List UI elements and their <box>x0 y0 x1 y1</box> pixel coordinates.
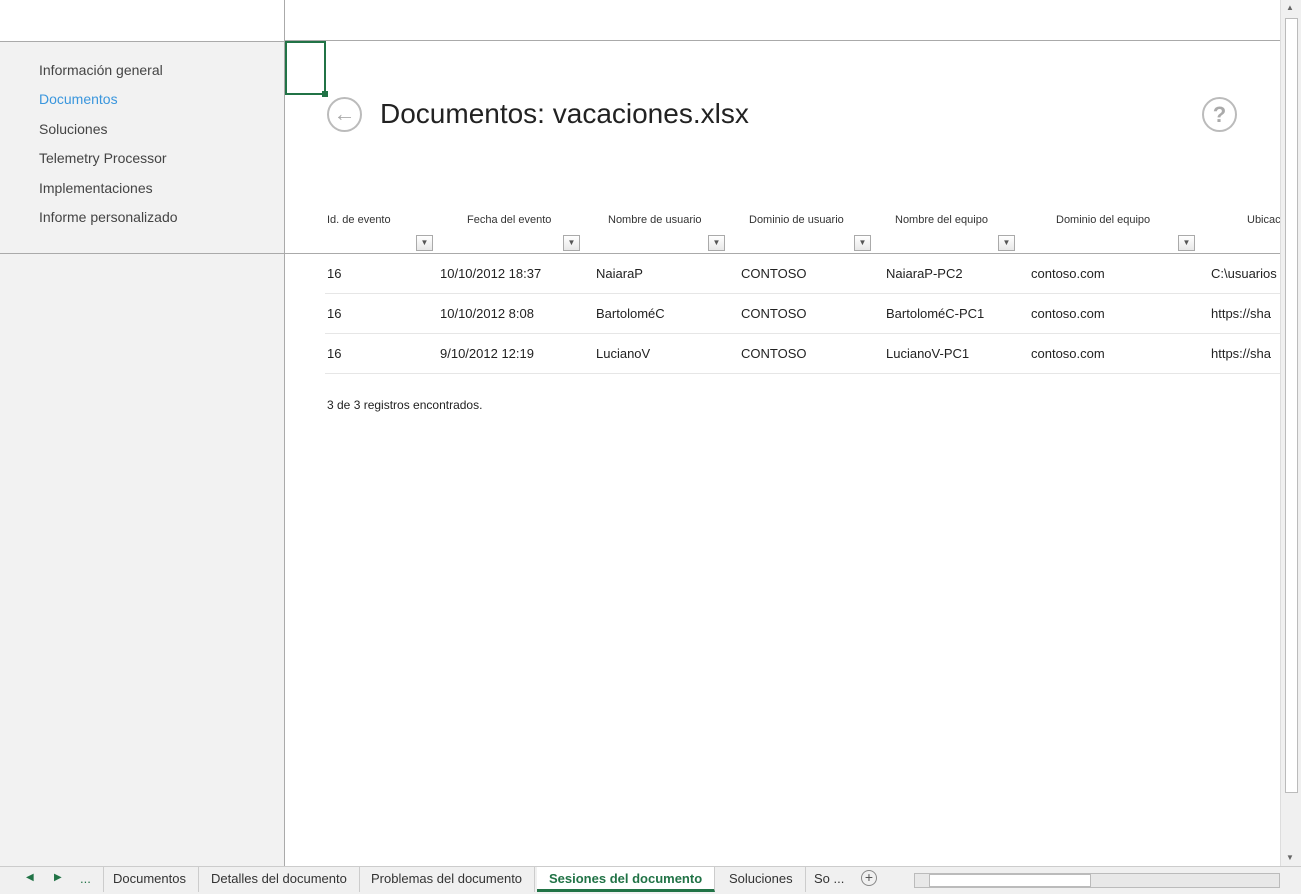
tab-detalles-del-documento[interactable]: Detalles del documento <box>199 867 360 892</box>
scroll-up-icon[interactable]: ▲ <box>1286 3 1294 12</box>
record-count: 3 de 3 registros encontrados. <box>327 398 483 412</box>
sidebar-item-telemetry-processor[interactable]: Telemetry Processor <box>39 148 178 177</box>
sidebar-item-informacion-general[interactable]: Información general <box>39 60 178 89</box>
sidebar-item-documentos[interactable]: Documentos <box>39 89 178 118</box>
table-cell: 16 <box>327 266 342 281</box>
filter-dropdown-icon[interactable]: ▼ <box>416 235 433 251</box>
column-header: Ubicac <box>1247 214 1281 226</box>
tab-prev-icon[interactable]: ◀ <box>26 872 34 883</box>
table-cell: CONTOSO <box>741 346 807 361</box>
tab-sesiones-del-documento[interactable]: Sesiones del documento <box>537 867 716 892</box>
sidebar-item-implementaciones[interactable]: Implementaciones <box>39 178 178 207</box>
table-cell: contoso.com <box>1031 266 1105 281</box>
page-title: Documentos: vacaciones.xlsx <box>380 98 749 129</box>
sidebar-item-informe-personalizado[interactable]: Informe personalizado <box>39 207 178 236</box>
scroll-thumb[interactable] <box>929 874 1091 887</box>
tab-next-icon[interactable]: ▶ <box>54 872 62 883</box>
table-cell: C:\usuarios <box>1211 266 1277 281</box>
table-cell: 9/10/2012 12:19 <box>440 346 534 361</box>
scroll-down-icon[interactable]: ▼ <box>1286 853 1294 862</box>
sidebar-item-soluciones[interactable]: Soluciones <box>39 119 178 148</box>
tab-more-button[interactable]: ... <box>68 867 104 892</box>
table-cell: contoso.com <box>1031 306 1105 321</box>
vertical-scrollbar[interactable]: ▲ ▼ <box>1280 0 1301 866</box>
table-cell: CONTOSO <box>741 306 807 321</box>
filter-dropdown-icon[interactable]: ▼ <box>854 235 871 251</box>
back-arrow-icon[interactable]: ← <box>327 97 362 132</box>
filter-dropdown-icon[interactable]: ▼ <box>563 235 580 251</box>
table-cell: https://sha <box>1211 346 1271 361</box>
filter-dropdown-icon[interactable]: ▼ <box>1178 235 1195 251</box>
table-cell: LucianoV <box>596 346 651 361</box>
tab-truncated[interactable]: So ... <box>802 867 856 892</box>
column-header: Dominio de usuario <box>749 214 844 226</box>
table-cell: 10/10/2012 18:37 <box>440 266 542 281</box>
table-cell: LucianoV-PC1 <box>886 346 970 361</box>
tab-soluciones[interactable]: Soluciones <box>717 867 806 892</box>
column-header: Dominio del equipo <box>1056 214 1151 226</box>
filter-dropdown-icon[interactable]: ▼ <box>708 235 725 251</box>
sidebar: Información general Documentos Solucione… <box>0 41 285 866</box>
column-header: Fecha del evento <box>467 214 552 226</box>
help-icon[interactable]: ? <box>1202 97 1237 132</box>
table-cell: BartoloméC <box>596 306 665 321</box>
scroll-thumb[interactable] <box>1285 18 1298 793</box>
sheet-tabs: ◀ ▶ ... Documentos Detalles del document… <box>0 866 1301 894</box>
formula-area <box>285 0 1280 41</box>
selected-cell[interactable] <box>285 41 328 97</box>
add-sheet-icon[interactable]: + <box>861 870 877 886</box>
filter-dropdown-icon[interactable]: ▼ <box>998 235 1015 251</box>
main-content: ← Documentos: vacaciones.xlsx ? Id. de e… <box>0 41 1281 866</box>
table-cell: 16 <box>327 346 342 361</box>
table-cell: NaiaraP <box>596 266 643 281</box>
table-row[interactable]: 16 10/10/2012 18:37 NaiaraP CONTOSO NaiaraP-… <box>325 254 1280 294</box>
table-cell: contoso.com <box>1031 346 1105 361</box>
column-header: Id. de evento <box>327 214 391 226</box>
tab-problemas-del-documento[interactable]: Problemas del documento <box>359 867 536 892</box>
table-cell: 16 <box>327 306 342 321</box>
name-box-area <box>0 0 285 41</box>
column-header: Nombre del equipo <box>895 214 988 226</box>
table-cell: 10/10/2012 8:08 <box>440 306 534 321</box>
column-header: Nombre de usuario <box>608 214 702 226</box>
table-row[interactable]: 16 9/10/2012 12:19 LucianoV CONTOSO LucianoV… <box>325 334 1280 374</box>
table-cell: BartoloméC-PC1 <box>886 306 985 321</box>
table-cell: NaiaraP-PC2 <box>886 266 963 281</box>
table-cell: https://sha <box>1211 306 1271 321</box>
horizontal-scrollbar[interactable] <box>914 873 1280 888</box>
tab-documentos[interactable]: Documentos <box>101 867 199 892</box>
table-row[interactable]: 16 10/10/2012 8:08 BartoloméC CONTOSO Bartol… <box>325 294 1280 334</box>
table-cell: CONTOSO <box>741 266 807 281</box>
